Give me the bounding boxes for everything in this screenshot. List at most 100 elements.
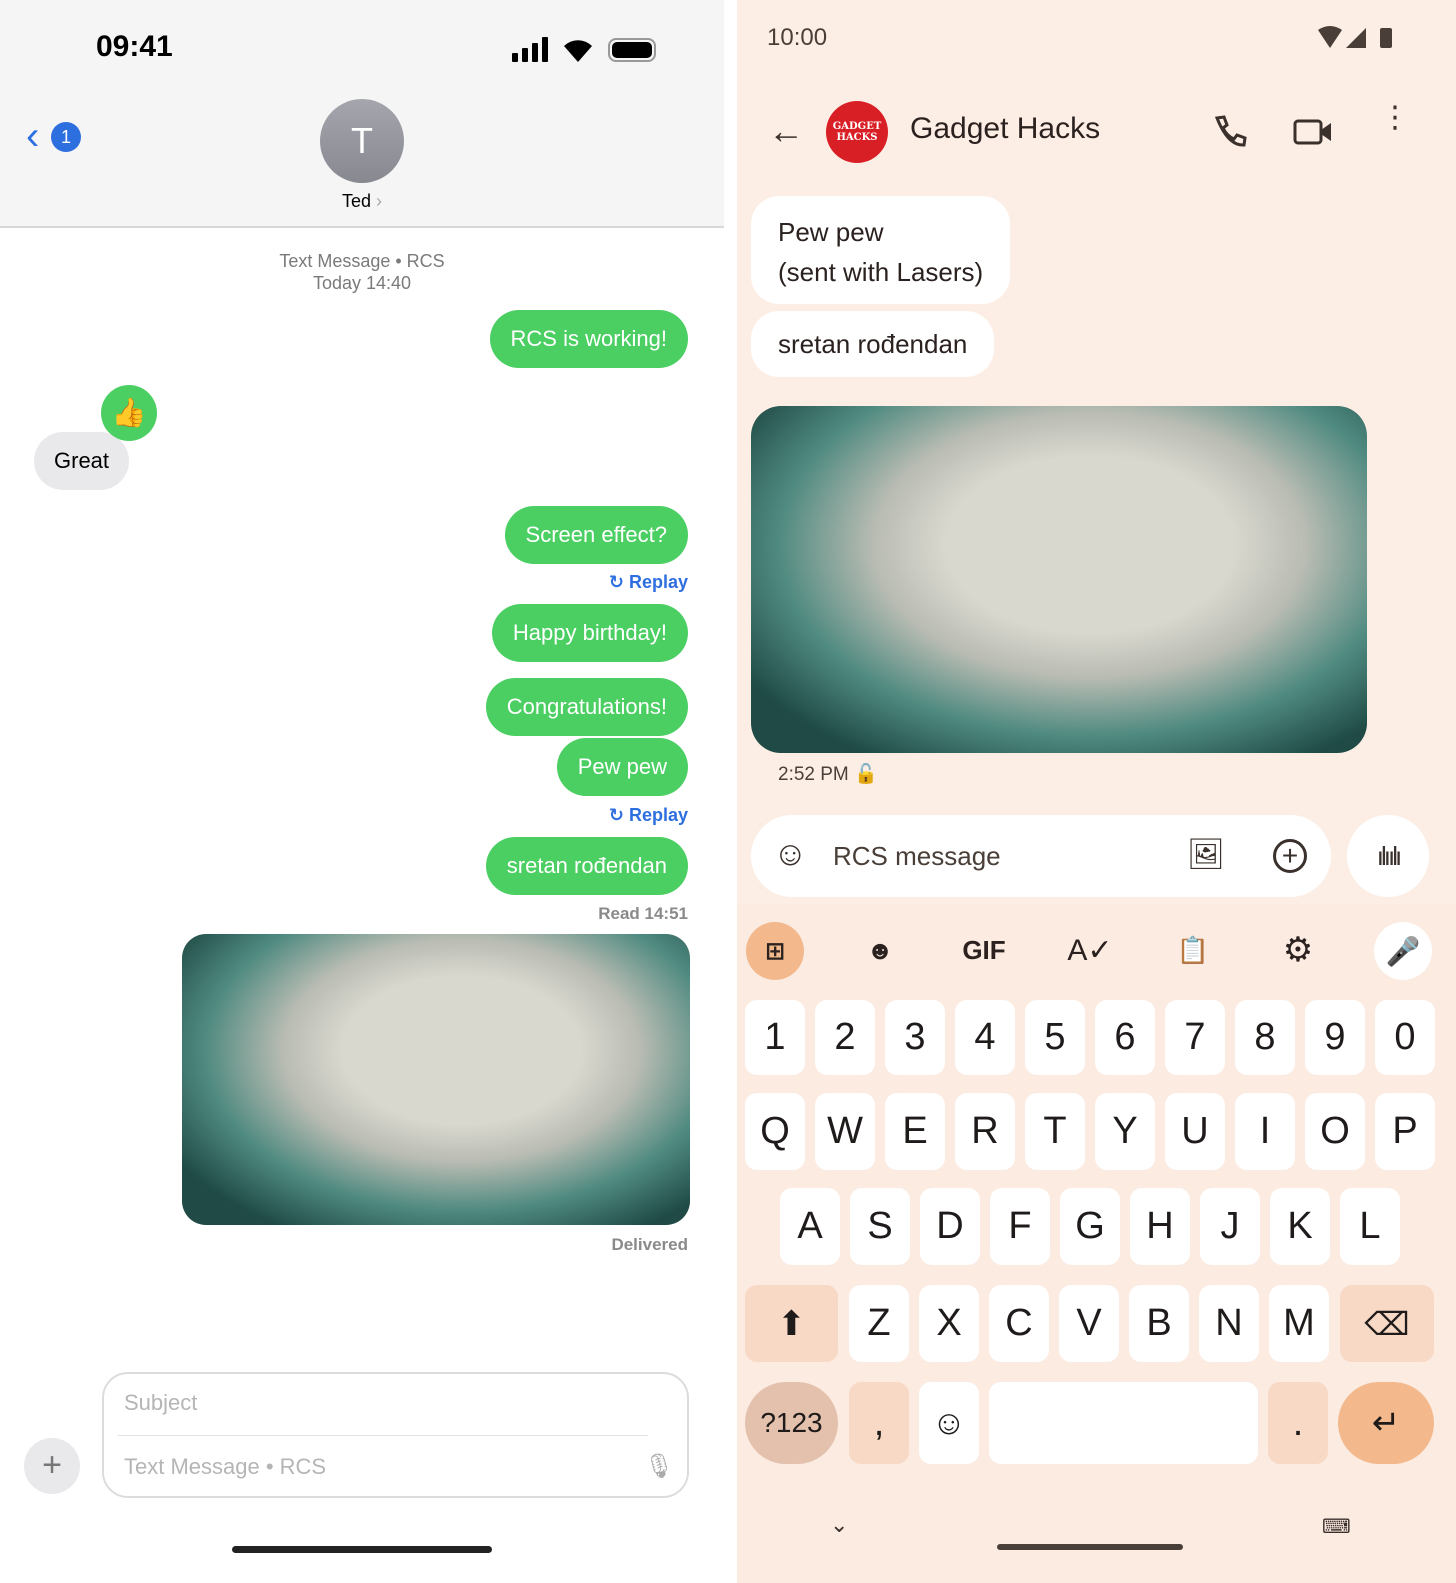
contact-name[interactable]: Ted › [300,191,424,212]
key-r[interactable]: R [955,1093,1015,1170]
message-timestamp: 2:52 PM 🔓 [778,762,878,786]
shift-key[interactable]: ⬆ [745,1285,838,1362]
back-button[interactable]: ‹ [26,116,39,156]
key-a[interactable]: A [780,1188,840,1265]
key-n[interactable]: N [1199,1285,1259,1362]
message-bubble[interactable]: Congratulations! [485,678,688,736]
key-1[interactable]: 1 [745,1000,805,1075]
read-receipt: Read 14:51 [598,904,688,923]
key-2[interactable]: 2 [815,1000,875,1075]
key-c[interactable]: C [989,1285,1049,1362]
thumbs-up-reaction-icon: 👍 [101,385,157,441]
apps-grid-icon[interactable]: ⊞ [746,922,804,980]
key-z[interactable]: Z [849,1285,909,1362]
key-y[interactable]: Y [1095,1093,1155,1170]
key-j[interactable]: J [1200,1188,1260,1265]
key-p[interactable]: P [1375,1093,1435,1170]
key-3[interactable]: 3 [885,1000,945,1075]
key-l[interactable]: L [1340,1188,1400,1265]
key-m[interactable]: M [1269,1285,1329,1362]
key-o[interactable]: O [1305,1093,1365,1170]
message-bubble[interactable]: Happy birthday! [491,604,688,662]
emoji-key[interactable]: ☺ [919,1382,979,1464]
stingray-photo[interactable] [182,934,690,1225]
status-time: 10:00 [767,24,828,51]
comma-key[interactable]: , [849,1382,909,1464]
status-icons [1318,26,1392,48]
stingray-photo[interactable] [751,406,1367,753]
message-bubble[interactable]: Pew pew [556,738,688,796]
key-t[interactable]: T [1025,1093,1085,1170]
key-5[interactable]: 5 [1025,1000,1085,1075]
message-bubble[interactable]: Screen effect? [504,506,688,564]
settings-gear-icon[interactable]: ⚙ [1270,922,1326,978]
key-e[interactable]: E [885,1093,945,1170]
emoji-icon[interactable]: ☺ [773,835,808,874]
key-7[interactable]: 7 [1165,1000,1225,1075]
status-time: 09:41 [96,30,173,63]
key-g[interactable]: G [1060,1188,1120,1265]
plus-button[interactable]: + [24,1438,80,1494]
message-line: (sent with Lasers) [778,257,984,287]
no-encryption-icon: 🔓 [854,764,878,785]
period-key[interactable]: . [1268,1382,1328,1464]
sticker-icon[interactable]: ☻ [852,922,908,978]
contact-name[interactable]: Gadget Hacks [910,112,1100,146]
key-b[interactable]: B [1129,1285,1189,1362]
message-input-bar[interactable]: ☺ RCS message 🖼 + [751,815,1331,897]
back-arrow-icon[interactable]: ← [768,110,804,152]
gallery-camera-icon[interactable]: 🖼 [1187,837,1225,872]
voice-message-button[interactable]: ılıılı [1347,815,1429,897]
key-x[interactable]: X [919,1285,979,1362]
timestamp-text: 2:52 PM [778,764,849,785]
key-6[interactable]: 6 [1095,1000,1155,1075]
message-bubble[interactable]: sretan rođendan [751,311,995,377]
more-options-icon[interactable]: ⋮ [1380,103,1410,133]
message-input[interactable]: Text Message • RCS [124,1454,326,1480]
message-bubble[interactable]: Great [34,432,130,490]
message-bubble[interactable]: RCS is working! [489,310,688,368]
replay-button[interactable]: ↻ Replay [609,572,688,593]
key-w[interactable]: W [815,1093,875,1170]
conversation-meta: Text Message • RCS Today 14:40 [200,250,524,294]
keyboard-switch-icon[interactable]: ⌨ [1322,1514,1351,1539]
phone-icon[interactable] [1212,114,1248,150]
video-call-icon[interactable] [1293,118,1333,146]
clipboard-icon[interactable]: 📋 [1165,922,1221,978]
message-bubble[interactable]: sretan rođendan [485,837,688,895]
gif-button[interactable]: GIF [956,922,1012,978]
compose-box[interactable]: Subject Text Message • RCS 🎙 [102,1372,689,1498]
key-s[interactable]: S [850,1188,910,1265]
gadget-hacks-logo: GADGET HACKS [826,101,888,163]
microphone-icon[interactable]: 🎤 [1374,922,1432,980]
symbols-key[interactable]: ?123 [745,1382,838,1464]
hide-keyboard-chevron-icon[interactable]: ⌄ [830,1512,848,1538]
key-f[interactable]: F [990,1188,1050,1265]
microphone-icon[interactable]: 🎙 [644,1452,674,1481]
key-9[interactable]: 9 [1305,1000,1365,1075]
key-h[interactable]: H [1130,1188,1190,1265]
replay-button[interactable]: ↻ Replay [609,805,688,826]
key-v[interactable]: V [1059,1285,1119,1362]
key-k[interactable]: K [1270,1188,1330,1265]
space-key[interactable] [989,1382,1258,1464]
key-u[interactable]: U [1165,1093,1225,1170]
backspace-key[interactable]: ⌫ [1340,1285,1434,1362]
home-indicator [232,1546,492,1553]
chevron-right-icon: › [376,191,383,211]
add-attachment-icon[interactable]: + [1273,839,1307,873]
key-i[interactable]: I [1235,1093,1295,1170]
message-input[interactable]: RCS message [833,841,1001,872]
subject-input[interactable]: Subject [124,1390,197,1416]
key-d[interactable]: D [920,1188,980,1265]
key-0[interactable]: 0 [1375,1000,1435,1075]
enter-key[interactable]: ↵ [1338,1382,1434,1464]
key-q[interactable]: Q [745,1093,805,1170]
key-8[interactable]: 8 [1235,1000,1295,1075]
divider [118,1435,648,1436]
message-bubble[interactable]: Pew pew (sent with Lasers) [751,196,1011,304]
key-4[interactable]: 4 [955,1000,1015,1075]
avatar[interactable]: T [320,99,404,183]
home-indicator [997,1544,1183,1550]
spellcheck-icon[interactable]: A✓ [1062,922,1118,978]
